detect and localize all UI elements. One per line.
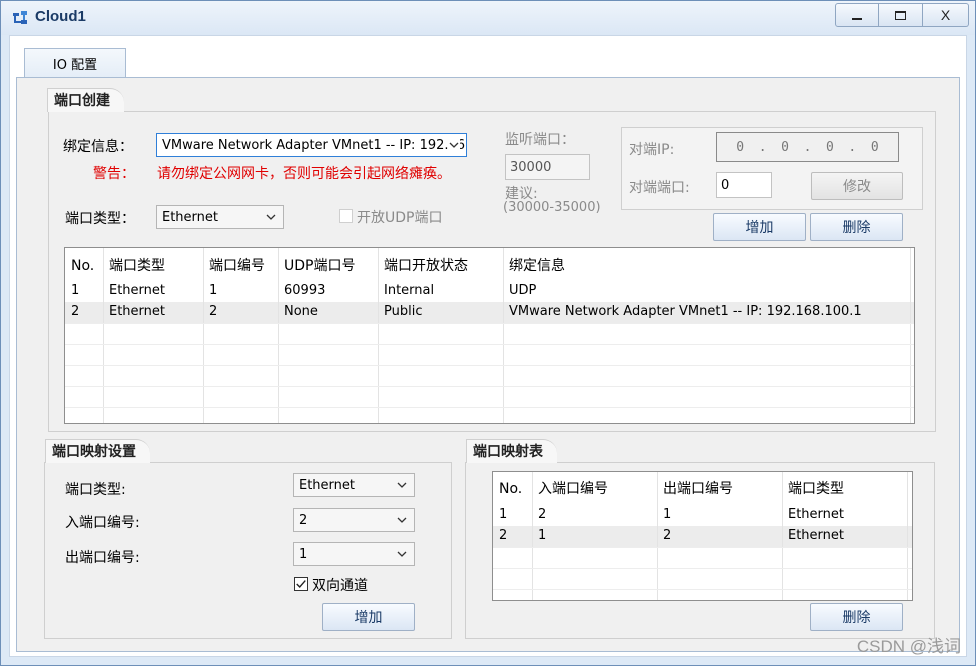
listen-port-label: 监听端口：: [505, 132, 575, 148]
minimize-icon: [852, 18, 862, 20]
chevron-down-icon: [397, 517, 407, 523]
ip-octet-2: 0: [781, 139, 789, 155]
col-udp-port[interactable]: UDP端口号: [278, 251, 355, 281]
ip-dot: .: [803, 139, 812, 155]
add-port-button[interactable]: 增加: [713, 213, 806, 241]
cell-out-port: 1: [663, 507, 672, 522]
minimize-button[interactable]: [835, 3, 879, 27]
in-port-label: 入端口编号:: [65, 515, 140, 531]
map-col-out-port[interactable]: 出端口编号: [657, 474, 733, 504]
out-port-select[interactable]: 1: [293, 542, 415, 566]
close-icon: X: [940, 7, 951, 23]
window-title: Cloud1: [35, 8, 86, 25]
bind-info-value: VMware Network Adapter VMnet1 -- IP: 192…: [162, 137, 466, 153]
cell-in-port: 1: [538, 528, 547, 543]
chevron-down-icon: [266, 214, 276, 220]
bidirectional-checkbox[interactable]: [294, 577, 308, 591]
cell-open-status: Public: [384, 304, 423, 319]
delete-port-button[interactable]: 删除: [810, 213, 903, 241]
checkmark-icon: [296, 580, 306, 589]
remote-port-value: 0: [721, 177, 730, 193]
io-config-panel: 端口创建 绑定信息： VMware Network Adapter VMnet1…: [16, 77, 960, 652]
bidirectional-label: 双向通道: [312, 578, 368, 594]
cell-udp-port: 60993: [284, 283, 326, 298]
cell-no: 2: [499, 528, 508, 543]
col-port-type[interactable]: 端口类型: [103, 251, 165, 281]
port-type-select[interactable]: Ethernet: [156, 205, 284, 229]
ip-dot: .: [848, 139, 857, 155]
cell-port-type: Ethernet: [788, 528, 844, 543]
warning-text: 请勿绑定公网网卡，否则可能会引起网络瘫痪。: [157, 166, 451, 182]
port-type-label: 端口类型：: [65, 211, 135, 227]
cell-port-type: Ethernet: [109, 304, 165, 319]
title-bar[interactable]: Cloud1 X: [1, 1, 975, 35]
remote-ip-field[interactable]: 0 . 0 . 0 . 0: [716, 132, 899, 162]
in-port-select[interactable]: 2: [293, 508, 415, 532]
cell-no: 1: [71, 283, 80, 298]
col-open-status[interactable]: 端口开放状态: [378, 251, 468, 281]
cloud-app-icon: [13, 11, 27, 24]
listen-port-input[interactable]: 30000: [505, 154, 590, 180]
udp-open-label: 开放UDP端口: [357, 210, 443, 226]
map-col-port-type[interactable]: 端口类型: [782, 474, 844, 504]
maximize-icon: [895, 10, 906, 20]
port-map-settings-title: 端口映射设置: [45, 439, 150, 463]
udp-open-checkbox[interactable]: [339, 209, 353, 223]
tab-io-config[interactable]: IO 配置: [24, 48, 126, 78]
out-port-label: 出端口编号:: [65, 550, 140, 566]
ip-octet-1: 0: [736, 139, 745, 155]
cell-port-number: 2: [209, 304, 218, 319]
ip-octet-3: 0: [825, 139, 834, 155]
add-mapping-button[interactable]: 增加: [322, 603, 415, 631]
port-table: No. 端口类型 端口编号 UDP端口号 端口开放状态 绑定信息 1 Ether…: [64, 247, 915, 424]
cell-udp-port: None: [284, 304, 318, 319]
close-button[interactable]: X: [923, 3, 969, 27]
remote-ip-label: 对端IP:: [629, 142, 675, 158]
suggest-range: (30000-35000): [503, 200, 601, 215]
remote-port-input[interactable]: 0: [716, 172, 772, 198]
chevron-down-icon: [397, 551, 407, 557]
map-port-type-label: 端口类型:: [65, 482, 126, 498]
cloud1-window: Cloud1 X IO 配置 端口创建 绑定信息： VMware Network…: [0, 0, 976, 666]
bind-info-select[interactable]: VMware Network Adapter VMnet1 -- IP: 192…: [156, 133, 467, 157]
modify-button[interactable]: 修改: [811, 172, 903, 200]
out-port-value: 1: [299, 546, 308, 562]
in-port-value: 2: [299, 512, 308, 528]
port-create-title: 端口创建: [47, 88, 124, 112]
warning-label: 警告：: [93, 166, 135, 182]
delete-mapping-button[interactable]: 删除: [810, 603, 903, 631]
listen-port-value: 30000: [510, 159, 552, 175]
cell-no: 1: [499, 507, 508, 522]
cell-port-type: Ethernet: [109, 283, 165, 298]
port-type-value: Ethernet: [162, 209, 218, 225]
map-port-type-select[interactable]: Ethernet: [293, 473, 415, 497]
cell-open-status: Internal: [384, 283, 435, 298]
ip-octet-4: 0: [870, 139, 879, 155]
bind-info-label: 绑定信息：: [63, 139, 133, 155]
cell-port-number: 1: [209, 283, 218, 298]
chevron-down-icon: [448, 139, 460, 151]
client-area: IO 配置 端口创建 绑定信息： VMware Network Adapter …: [9, 35, 967, 657]
map-col-no[interactable]: No.: [493, 474, 522, 504]
remote-port-label: 对端端口:: [629, 180, 690, 196]
col-no[interactable]: No.: [65, 251, 94, 281]
col-bind-info[interactable]: 绑定信息: [503, 251, 565, 281]
map-col-in-port[interactable]: 入端口编号: [532, 474, 608, 504]
cell-port-type: Ethernet: [788, 507, 844, 522]
port-map-table: No. 入端口编号 出端口编号 端口类型 1 2 1 Ethernet 2 1 …: [492, 471, 913, 601]
watermark: CSDN @浅词: [856, 637, 961, 656]
col-port-number[interactable]: 端口编号: [203, 251, 265, 281]
cell-bind-info: UDP: [509, 283, 537, 298]
port-map-table-title: 端口映射表: [466, 439, 557, 463]
cell-bind-info: VMware Network Adapter VMnet1 -- IP: 192…: [509, 304, 862, 319]
cell-in-port: 2: [538, 507, 547, 522]
table-row-selected-bg: [493, 526, 912, 547]
chevron-down-icon: [397, 482, 407, 488]
map-port-type-value: Ethernet: [299, 477, 355, 493]
maximize-button[interactable]: [879, 3, 923, 27]
ip-dot: .: [758, 139, 767, 155]
cell-no: 2: [71, 304, 80, 319]
cell-out-port: 2: [663, 528, 672, 543]
